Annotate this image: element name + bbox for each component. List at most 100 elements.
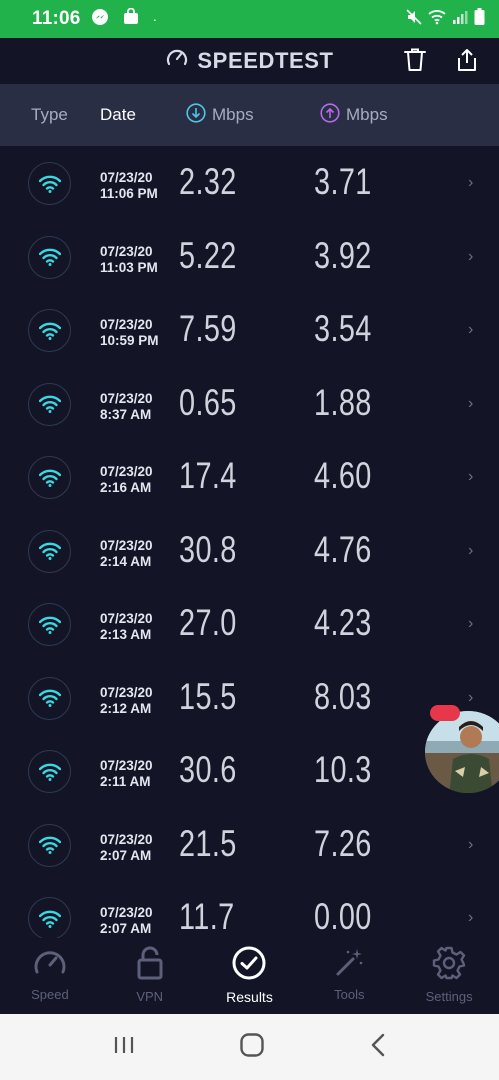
chevron-right-icon: › — [468, 541, 474, 559]
chevron-right-icon: › — [468, 835, 474, 853]
nav-vpn-label: VPN — [136, 989, 164, 1004]
result-date: 07/23/20 2:12 AM — [100, 684, 153, 716]
result-upload: 3.92 — [314, 234, 372, 276]
result-row[interactable]: 07/23/20 11:03 PM 5.22 3.92 › — [0, 220, 499, 294]
lock-icon — [136, 946, 164, 983]
result-row[interactable]: 07/23/20 2:16 AM 17.4 4.60 › — [0, 440, 499, 514]
upload-arrow-icon — [320, 102, 340, 128]
result-date: 07/23/20 8:37 AM — [100, 390, 153, 422]
result-date: 07/23/20 2:11 AM — [100, 758, 153, 789]
result-date: 07/23/20 2:07 AM — [100, 831, 153, 863]
result-upload: 4.60 — [314, 455, 372, 496]
results-column-header: Type Date Mbps Mbps — [0, 84, 499, 146]
wifi-icon — [28, 235, 71, 279]
nav-settings[interactable]: Settings — [399, 938, 499, 1014]
chevron-right-icon: › — [468, 174, 474, 191]
recent-apps-icon[interactable] — [112, 1035, 136, 1060]
wifi-icon — [28, 823, 71, 867]
nav-tools[interactable]: Tools — [299, 938, 399, 1014]
result-row[interactable]: 07/23/20 2:12 AM 15.5 8.03 › — [0, 661, 499, 735]
check-circle-icon — [232, 946, 266, 983]
result-upload: 7.26 — [314, 822, 372, 864]
nav-settings-label: Settings — [425, 989, 473, 1004]
notification-badge — [430, 705, 460, 721]
mute-icon — [406, 8, 422, 30]
column-upload-label: Mbps — [346, 105, 388, 124]
result-row[interactable]: 07/23/20 2:14 AM 30.8 4.76 › — [0, 514, 499, 588]
result-row[interactable]: 07/23/20 2:13 AM 27.0 4.23 › — [0, 587, 499, 661]
speedtest-logo: SPEEDTEST — [165, 46, 333, 76]
nav-vpn[interactable]: VPN — [100, 938, 200, 1014]
signal-icon — [452, 10, 468, 29]
result-row[interactable]: 07/23/20 10:59 PM 7.59 3.54 › — [0, 293, 499, 367]
delete-icon[interactable] — [403, 47, 427, 78]
result-row[interactable]: 07/23/20 8:37 AM 0.65 1.88 › — [0, 367, 499, 441]
status-bar: 11:06 · — [0, 0, 499, 38]
wifi-icon — [28, 529, 71, 573]
result-date: 07/23/20 2:07 AM — [100, 905, 153, 936]
results-list[interactable]: 07/23/20 11:06 PM 2.32 3.71 › 07/23/20 11:… — [0, 146, 499, 938]
result-download: 7.59 — [179, 308, 237, 349]
column-upload[interactable]: Mbps — [320, 102, 388, 128]
notification-dot: · — [152, 11, 158, 27]
result-row[interactable]: 07/23/20 2:07 AM 21.5 7.26 › — [0, 808, 499, 882]
wifi-icon — [28, 750, 71, 793]
gear-icon — [432, 946, 466, 983]
chevron-right-icon: › — [468, 615, 474, 632]
nav-speed-label: Speed — [31, 987, 69, 1002]
wifi-icon — [28, 603, 71, 646]
download-arrow-icon — [186, 102, 206, 128]
column-type[interactable]: Type — [31, 105, 68, 125]
result-download: 0.65 — [179, 381, 237, 423]
result-upload: 1.88 — [314, 381, 372, 423]
chevron-right-icon: › — [468, 247, 474, 265]
result-row[interactable]: 07/23/20 11:06 PM 2.32 3.71 › — [0, 146, 499, 220]
system-nav-bar — [0, 1014, 499, 1080]
result-download: 17.4 — [179, 455, 237, 496]
result-download: 27.0 — [179, 602, 237, 643]
chevron-right-icon: › — [468, 688, 474, 706]
chevron-right-icon: › — [468, 468, 474, 485]
wifi-icon — [28, 676, 71, 720]
chevron-right-icon: › — [468, 321, 474, 338]
result-download: 30.6 — [179, 749, 237, 790]
result-row[interactable]: 07/23/20 2:07 AM 11.7 0.00 › — [0, 881, 499, 938]
column-download[interactable]: Mbps — [186, 102, 254, 128]
result-upload: 3.54 — [314, 308, 372, 349]
column-date[interactable]: Date — [100, 105, 136, 125]
result-date: 07/23/20 10:59 PM — [100, 317, 159, 348]
result-download: 11.7 — [179, 896, 235, 937]
wifi-icon — [28, 162, 71, 205]
result-upload: 4.76 — [314, 528, 372, 570]
speedometer-logo-icon — [165, 46, 189, 76]
bottom-nav: Speed VPN Results Tools Settings — [0, 938, 499, 1014]
share-icon[interactable] — [455, 47, 479, 78]
home-icon[interactable] — [239, 1032, 265, 1063]
result-upload: 10.3 — [314, 749, 372, 790]
nav-tools-label: Tools — [334, 987, 365, 1002]
app-title: SPEEDTEST — [197, 48, 334, 73]
magic-wand-icon — [333, 946, 365, 981]
result-upload: 4.23 — [314, 602, 372, 643]
result-date: 07/23/20 2:16 AM — [100, 464, 153, 495]
battery-icon — [474, 8, 485, 30]
nav-speed[interactable]: Speed — [0, 938, 100, 1014]
back-icon[interactable] — [369, 1033, 387, 1062]
app-header: SPEEDTEST — [0, 38, 499, 84]
result-download: 30.8 — [179, 528, 237, 570]
wifi-icon — [28, 897, 71, 938]
result-date: 07/23/20 2:13 AM — [100, 611, 153, 642]
result-download: 15.5 — [179, 675, 237, 717]
chevron-right-icon: › — [468, 394, 474, 412]
result-download: 21.5 — [179, 822, 237, 864]
result-date: 07/23/20 11:06 PM — [100, 170, 158, 201]
messenger-icon — [91, 8, 109, 31]
result-upload: 0.00 — [314, 896, 372, 937]
nav-results-label: Results — [226, 989, 273, 1005]
result-upload: 3.71 — [314, 161, 372, 202]
wifi-icon — [28, 382, 71, 426]
speedometer-icon — [32, 946, 68, 981]
result-upload: 8.03 — [314, 675, 372, 717]
result-download: 5.22 — [179, 234, 237, 276]
nav-results[interactable]: Results — [200, 938, 300, 1014]
